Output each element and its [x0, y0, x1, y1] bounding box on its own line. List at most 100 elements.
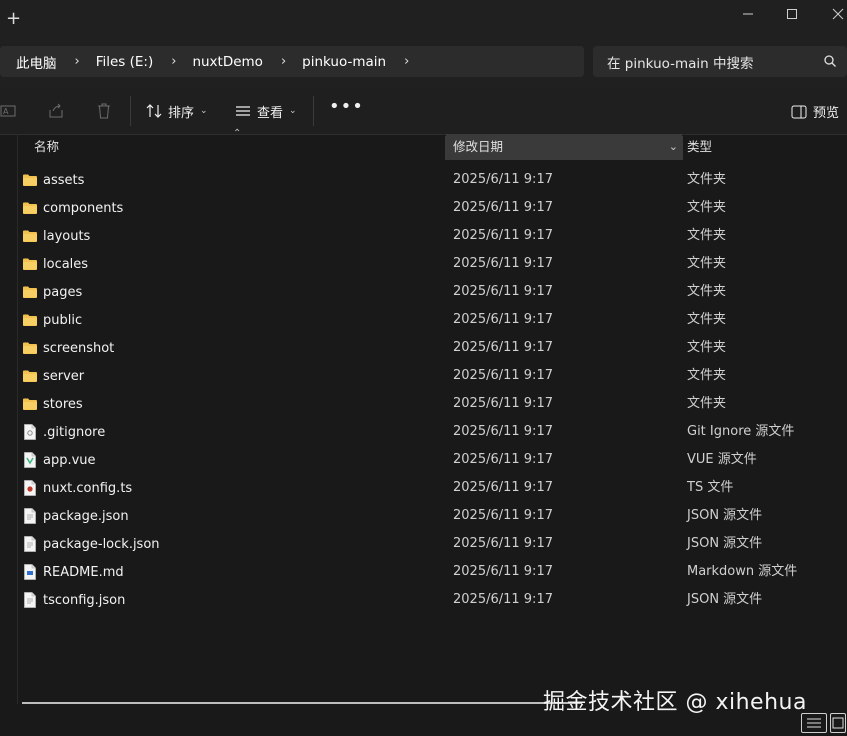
sort-button[interactable]: 排序 ⌄ [146, 100, 208, 122]
file-name: server [43, 368, 85, 384]
file-name-cell[interactable]: package.json [22, 502, 129, 530]
vue-file-icon [22, 452, 38, 468]
file-row[interactable]: package.json 2025/6/11 9:17 JSON 源文件 [0, 502, 847, 530]
more-options-button[interactable]: ••• [329, 96, 364, 117]
file-name-cell[interactable]: app.vue [22, 446, 96, 474]
view-button[interactable]: 查看 ⌄ [235, 100, 297, 122]
file-type: Git Ignore 源文件 [687, 424, 795, 439]
preview-pane-button[interactable]: 预览 [791, 102, 839, 121]
horizontal-scrollbar[interactable] [22, 702, 582, 704]
maximize-button[interactable] [783, 6, 801, 22]
folder-icon [22, 200, 38, 216]
file-modified-date: 2025/6/11 9:17 [453, 340, 553, 355]
file-modified-date: 2025/6/11 9:17 [453, 480, 553, 495]
svg-text:A: A [3, 107, 9, 116]
json-file-icon [22, 592, 38, 608]
watermark: 掘金技术社区 @ xihehua [543, 690, 807, 715]
file-name-cell[interactable]: stores [22, 390, 83, 418]
breadcrumb-pinkuo-main[interactable]: pinkuo-main [286, 54, 386, 70]
chevron-down-icon: ⌄ [289, 106, 297, 116]
file-modified-date: 2025/6/11 9:17 [453, 592, 553, 607]
close-icon [832, 8, 844, 20]
chevron-down-icon[interactable]: ⌄ [669, 134, 678, 160]
search-icon[interactable] [823, 54, 837, 72]
tiles-view-button[interactable] [830, 713, 846, 733]
minimize-icon [743, 13, 753, 15]
breadcrumb-nuxtdemo[interactable]: nuxtDemo [176, 54, 263, 70]
breadcrumb-this-pc[interactable]: 此电脑 [0, 52, 57, 72]
file-name-cell[interactable]: screenshot [22, 334, 114, 362]
file-type: 文件夹 [687, 256, 727, 271]
toolbar-divider [130, 96, 131, 126]
file-name-cell[interactable]: assets [22, 166, 84, 194]
breadcrumb-drive[interactable]: Files (E:) [80, 54, 154, 70]
file-row[interactable]: README.md 2025/6/11 9:17 Markdown 源文件 [0, 558, 847, 586]
search-box[interactable]: 在 pinkuo-main 中搜索 [593, 46, 847, 77]
file-name-cell[interactable]: README.md [22, 558, 124, 586]
file-name: tsconfig.json [43, 592, 126, 608]
file-name: public [43, 312, 83, 328]
close-button[interactable] [829, 6, 847, 22]
file-name-cell[interactable]: pages [22, 278, 82, 306]
file-row[interactable]: screenshot 2025/6/11 9:17 文件夹 [0, 334, 847, 362]
file-row[interactable]: package-lock.json 2025/6/11 9:17 JSON 源文件 [0, 530, 847, 558]
column-header-modified[interactable]: 修改日期 ⌄ [446, 134, 682, 160]
file-row[interactable]: components 2025/6/11 9:17 文件夹 [0, 194, 847, 222]
file-name-cell[interactable]: layouts [22, 222, 90, 250]
address-bar[interactable]: 此电脑 › Files (E:) › nuxtDemo › pinkuo-mai… [0, 46, 584, 77]
file-name-cell[interactable]: locales [22, 250, 88, 278]
search-input[interactable]: 在 pinkuo-main 中搜索 [593, 52, 754, 72]
json-file-icon [22, 508, 38, 524]
file-name-cell[interactable]: .gitignore [22, 418, 105, 446]
file-row[interactable]: stores 2025/6/11 9:17 文件夹 [0, 390, 847, 418]
column-divider[interactable] [682, 136, 683, 160]
file-name: components [43, 200, 124, 216]
file-row[interactable]: locales 2025/6/11 9:17 文件夹 [0, 250, 847, 278]
details-view-icon [807, 718, 821, 728]
chevron-right-icon[interactable]: › [386, 54, 409, 69]
chevron-right-icon[interactable]: › [153, 54, 176, 69]
share-icon[interactable] [47, 102, 65, 120]
file-name-cell[interactable]: nuxt.config.ts [22, 474, 132, 502]
new-tab-button[interactable]: + [6, 10, 21, 28]
file-type: 文件夹 [687, 172, 727, 187]
file-name: README.md [43, 564, 124, 580]
file-type: 文件夹 [687, 368, 727, 383]
file-row[interactable]: tsconfig.json 2025/6/11 9:17 JSON 源文件 [0, 586, 847, 614]
file-name: screenshot [43, 340, 115, 356]
view-icon [236, 106, 250, 116]
column-header-name[interactable]: 名称 [34, 134, 444, 160]
file-modified-date: 2025/6/11 9:17 [453, 536, 553, 551]
file-name-cell[interactable]: components [22, 194, 123, 222]
file-name-cell[interactable]: package-lock.json [22, 530, 160, 558]
file-modified-date: 2025/6/11 9:17 [453, 228, 553, 243]
file-type: 文件夹 [687, 228, 727, 243]
file-row[interactable]: .gitignore 2025/6/11 9:17 Git Ignore 源文件 [0, 418, 847, 446]
sort-icon [146, 104, 162, 118]
column-header-type[interactable]: 类型 [687, 134, 837, 160]
command-bar: A 排序 ⌄ 查看 ⌄ ••• 预览 [0, 88, 847, 135]
file-row[interactable]: nuxt.config.ts 2025/6/11 9:17 TS 文件 [0, 474, 847, 502]
file-name: layouts [43, 228, 91, 244]
file-row[interactable]: app.vue 2025/6/11 9:17 VUE 源文件 [0, 446, 847, 474]
file-row[interactable]: public 2025/6/11 9:17 文件夹 [0, 306, 847, 334]
file-modified-date: 2025/6/11 9:17 [453, 424, 553, 439]
file-name-cell[interactable]: server [22, 362, 84, 390]
file-row[interactable]: assets 2025/6/11 9:17 文件夹 [0, 166, 847, 194]
rename-icon[interactable]: A [0, 102, 18, 120]
chevron-right-icon[interactable]: › [57, 54, 80, 69]
details-view-button[interactable] [801, 713, 827, 733]
file-row[interactable]: pages 2025/6/11 9:17 文件夹 [0, 278, 847, 306]
file-type: 文件夹 [687, 396, 727, 411]
minimize-button[interactable] [739, 6, 757, 22]
file-type: Markdown 源文件 [687, 564, 798, 579]
chevron-right-icon[interactable]: › [263, 54, 286, 69]
file-row[interactable]: server 2025/6/11 9:17 文件夹 [0, 362, 847, 390]
folder-icon [22, 228, 38, 244]
folder-icon [22, 312, 38, 328]
file-name-cell[interactable]: tsconfig.json [22, 586, 125, 614]
delete-icon[interactable] [95, 102, 113, 120]
file-name: app.vue [43, 452, 96, 468]
file-name-cell[interactable]: public [22, 306, 82, 334]
file-row[interactable]: layouts 2025/6/11 9:17 文件夹 [0, 222, 847, 250]
